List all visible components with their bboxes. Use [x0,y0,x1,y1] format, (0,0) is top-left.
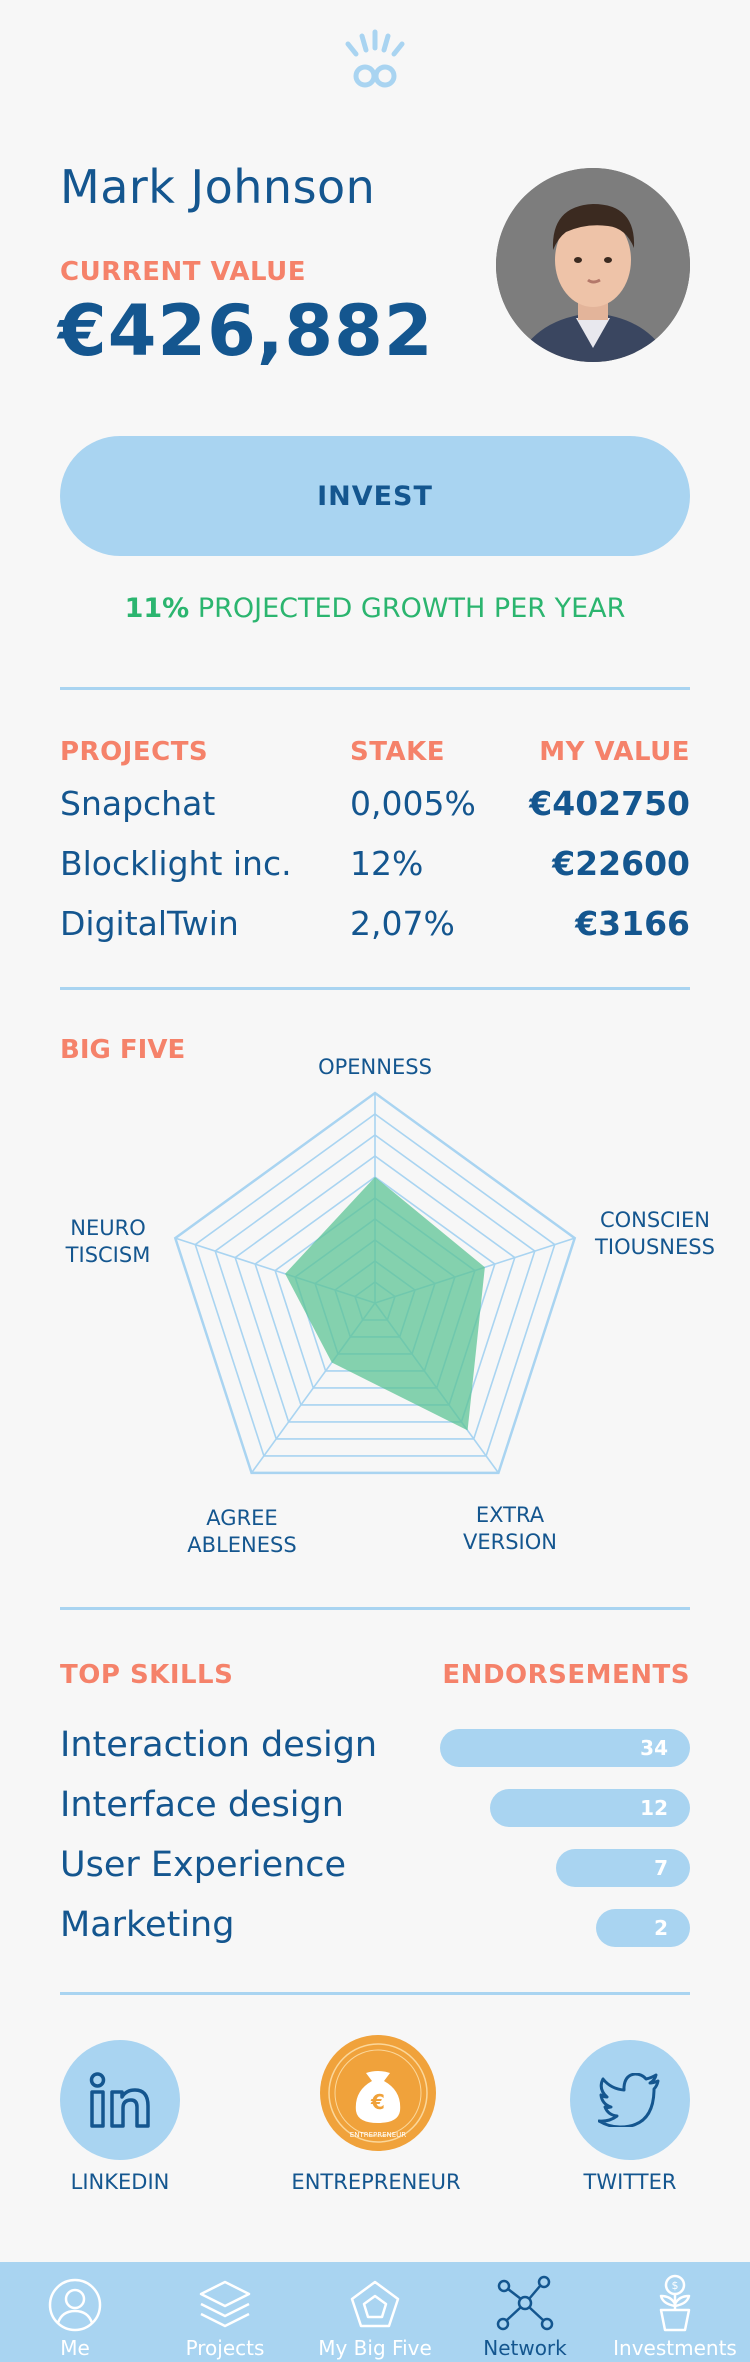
network-icon [496,2275,554,2331]
linkedin-label: LINKEDIN [70,2170,170,2194]
project-value: €22600 [552,844,690,883]
nav-label-projects: Projects [185,2336,265,2360]
twitter-icon [598,2073,660,2127]
project-name[interactable]: DigitalTwin [60,904,239,943]
entrepreneur-label: ENTREPRENEUR [291,2170,461,2194]
nav-label-me: Me [60,2336,90,2360]
growth-text: PROJECTED GROWTH PER YEAR [197,593,626,624]
svg-text:€: € [370,2090,385,2114]
pentagon-icon [350,2280,400,2328]
bottom-nav: Me Projects My Big Five Network $ Invest… [0,2262,750,2362]
svg-text:ENTREPRENEUR: ENTREPRENEUR [350,2131,407,2139]
avatar-portrait-icon [496,168,690,362]
projects-header: PROJECTS [60,737,209,767]
big-five-radar-chart [173,1091,577,1475]
axis-label-neuroticism: NEURO TISCISM [65,1216,151,1267]
nav-item-projects[interactable]: Projects [150,2262,300,2362]
linkedin-button[interactable] [60,2040,180,2160]
skill-name: User Experience [60,1845,347,1885]
project-name[interactable]: Blocklight inc. [60,844,292,883]
twitter-button[interactable] [570,2040,690,2160]
current-value-label: CURRENT VALUE [60,257,307,287]
project-value: €402750 [529,784,690,823]
project-stake: 12% [350,844,424,883]
endorsement-bar[interactable]: 12 [490,1789,690,1827]
divider [60,687,690,690]
endorsement-bar[interactable]: 7 [556,1849,690,1887]
avatar[interactable] [496,168,690,362]
person-icon [48,2278,102,2332]
nav-label-network: Network [483,2336,567,2360]
endorsement-bar[interactable]: 34 [440,1729,690,1767]
axis-label-conscientiousness: CONSCIEN TIOUSNESS [595,1208,715,1259]
nav-item-network[interactable]: Network [450,2262,600,2362]
axis-label-extraversion: EXTRA VERSION [463,1503,557,1554]
nav-label-investments: Investments [613,2336,737,2360]
my-value-header: MY VALUE [539,737,690,767]
axis-label-openness: OPENNESS [318,1055,432,1079]
project-name[interactable]: Snapchat [60,784,215,823]
money-bag-badge-icon: € ENTREPRENEUR [320,2035,436,2151]
twitter-label: TWITTER [583,2170,677,2194]
divider [60,1992,690,1995]
growth-percent: 11% [124,593,190,624]
profile-name: Mark Johnson [60,160,376,214]
stake-header: STAKE [350,737,445,767]
skill-name: Marketing [60,1905,235,1945]
project-value: €3166 [575,904,690,943]
entrepreneur-badge[interactable]: € ENTREPRENEUR [318,2033,438,2153]
svg-text:$: $ [672,2279,679,2292]
nav-item-big-five[interactable]: My Big Five [300,2262,450,2362]
divider [60,987,690,990]
skill-name: Interface design [60,1785,344,1825]
nav-label-big-five: My Big Five [318,2336,432,2360]
money-plant-icon: $ [659,2274,691,2332]
invest-button[interactable]: INVEST [60,436,690,556]
current-value: €426,882 [58,290,434,372]
skill-name: Interaction design [60,1725,378,1765]
linkedin-icon [89,2072,150,2128]
endorsements-header: ENDORSEMENTS [442,1660,690,1690]
nav-item-me[interactable]: Me [0,2262,150,2362]
nav-item-investments[interactable]: $ Investments [600,2262,750,2362]
top-skills-header: TOP SKILLS [60,1660,234,1690]
projected-growth: 11% PROJECTED GROWTH PER YEAR [0,593,750,624]
layers-icon [199,2280,251,2328]
endorsement-bar[interactable]: 2 [596,1909,690,1947]
app-logo-icon [345,29,405,88]
divider [60,1607,690,1610]
axis-label-agreeableness: AGREE ABLENESS [187,1506,297,1557]
